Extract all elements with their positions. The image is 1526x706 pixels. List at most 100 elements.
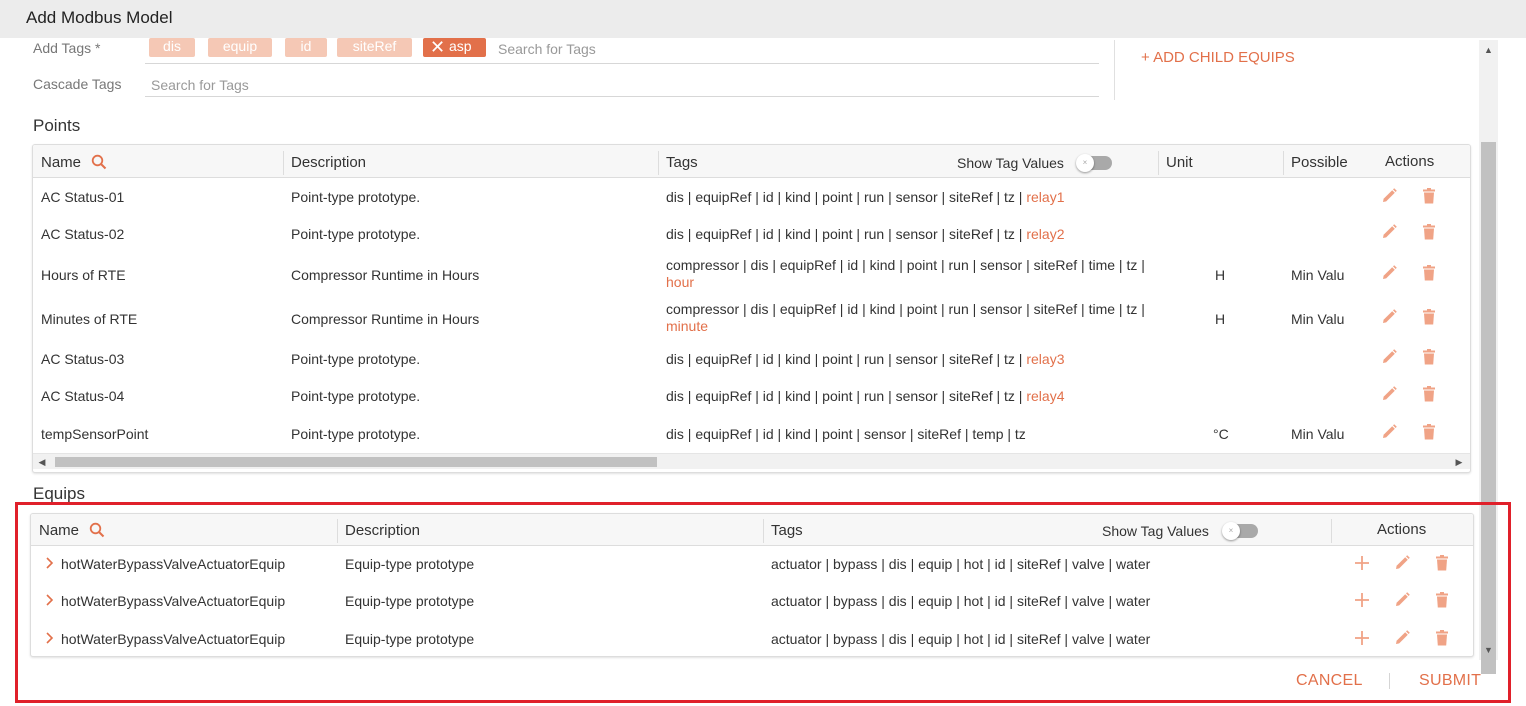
add-tags-label: Add Tags * — [33, 40, 101, 56]
pencil-icon[interactable] — [1380, 385, 1398, 403]
toggle-knob: × — [1222, 522, 1240, 540]
trash-icon[interactable] — [1420, 187, 1438, 205]
pencil-icon[interactable] — [1380, 423, 1398, 441]
search-icon[interactable] — [89, 522, 105, 538]
points-show-tag-values-label: Show Tag Values — [957, 155, 1064, 171]
plus-icon[interactable] — [1353, 554, 1371, 572]
add-tags-underline — [145, 63, 1099, 64]
equip-tags: actuator | bypass | dis | equip | hot | … — [771, 631, 1151, 647]
header-separator — [283, 151, 284, 175]
pencil-icon[interactable] — [1393, 591, 1411, 609]
scrollbar-thumb[interactable] — [1481, 142, 1496, 674]
close-icon[interactable]: ✕ — [430, 38, 445, 56]
dialog-vertical-scrollbar[interactable]: ▲ ▼ — [1479, 40, 1498, 674]
scroll-down-icon[interactable]: ▼ — [1479, 642, 1498, 658]
header-separator — [658, 151, 659, 175]
plus-icon[interactable] — [1353, 629, 1371, 647]
point-tags: dis | equipRef | id | kind | point | run… — [666, 189, 1151, 206]
footer-divider — [1389, 673, 1390, 689]
cascade-tags-search-input[interactable]: Search for Tags — [151, 77, 249, 93]
points-header-actions: Actions — [1385, 153, 1435, 170]
header-separator — [337, 519, 338, 543]
equips-header-name[interactable]: Name — [39, 522, 79, 539]
points-show-tag-values-toggle[interactable]: × — [1076, 154, 1112, 172]
scroll-left-icon[interactable]: ◀ — [35, 454, 49, 470]
point-tags: dis | equipRef | id | kind | point | sen… — [666, 426, 1151, 443]
pencil-icon[interactable] — [1393, 629, 1411, 647]
add-child-equips-button[interactable]: + ADD CHILD EQUIPS — [1141, 49, 1295, 66]
equips-table-header: Name Description Tags Show Tag Values × … — [31, 514, 1473, 546]
pencil-icon[interactable] — [1393, 554, 1411, 572]
points-section-title: Points — [33, 116, 81, 135]
point-name: Minutes of RTE — [41, 311, 138, 327]
equip-name: hotWaterBypassValveActuatorEquip — [61, 593, 286, 609]
trash-icon[interactable] — [1433, 591, 1451, 609]
pencil-icon[interactable] — [1380, 187, 1398, 205]
point-tag-value: relay4 — [1026, 388, 1065, 404]
chevron-right-icon[interactable] — [45, 557, 55, 569]
tag-chip-id[interactable]: id — [285, 38, 327, 57]
trash-icon[interactable] — [1433, 629, 1451, 647]
pencil-icon[interactable] — [1380, 348, 1398, 366]
trash-icon[interactable] — [1420, 223, 1438, 241]
header-separator — [1331, 519, 1332, 543]
tag-chip-dis[interactable]: dis — [149, 38, 195, 57]
equip-name: hotWaterBypassValveActuatorEquip — [61, 631, 286, 647]
scrollbar-thumb[interactable] — [55, 457, 657, 467]
header-separator — [763, 519, 764, 543]
scroll-right-icon[interactable]: ▶ — [1452, 454, 1466, 470]
trash-icon[interactable] — [1420, 264, 1438, 282]
equips-show-tag-values-toggle[interactable]: × — [1222, 522, 1258, 540]
points-header-name[interactable]: Name — [41, 154, 81, 171]
point-name: AC Status-03 — [41, 351, 125, 367]
trash-icon[interactable] — [1420, 348, 1438, 366]
point-tags-text: compressor | dis | equipRef | id | kind … — [666, 301, 1145, 317]
equip-tags: actuator | bypass | dis | equip | hot | … — [771, 556, 1151, 572]
point-name: AC Status-02 — [41, 226, 125, 242]
tag-chip-asp-label: asp — [449, 38, 472, 54]
point-unit: H — [1215, 311, 1226, 327]
cancel-button[interactable]: CANCEL — [1296, 672, 1363, 690]
tag-chip-siteref[interactable]: siteRef — [337, 38, 412, 57]
point-unit: °C — [1213, 426, 1229, 442]
equips-table: Name Description Tags Show Tag Values × … — [30, 513, 1474, 657]
point-name: Hours of RTE — [41, 267, 126, 283]
points-horizontal-scrollbar[interactable]: ◀ ▶ — [33, 453, 1470, 469]
point-tags: dis | equipRef | id | kind | point | run… — [666, 351, 1151, 368]
plus-icon[interactable] — [1353, 591, 1371, 609]
scroll-up-icon[interactable]: ▲ — [1479, 42, 1498, 58]
equips-header-tags: Tags — [771, 522, 803, 539]
submit-button[interactable]: SUBMIT — [1419, 672, 1481, 690]
chevron-right-icon[interactable] — [45, 594, 55, 606]
point-description: Compressor Runtime in Hours — [291, 311, 480, 327]
pencil-icon[interactable] — [1380, 308, 1398, 326]
chevron-right-icon[interactable] — [45, 632, 55, 644]
pencil-icon[interactable] — [1380, 264, 1398, 282]
point-tags-text: dis | equipRef | id | kind | point | run… — [666, 189, 1023, 205]
point-tags: dis | equipRef | id | kind | point | run… — [666, 388, 1151, 405]
point-description: Point-type prototype. — [291, 226, 421, 242]
points-header-description: Description — [291, 154, 367, 171]
add-tags-search-input[interactable]: Search for Tags — [498, 41, 596, 57]
point-possible: Min Valu — [1291, 426, 1345, 442]
point-tag-value: minute — [666, 318, 709, 334]
points-header-tags: Tags — [666, 154, 698, 171]
trash-icon[interactable] — [1420, 308, 1438, 326]
tag-chip-equip[interactable]: equip — [208, 38, 272, 57]
trash-icon[interactable] — [1420, 385, 1438, 403]
equip-tags: actuator | bypass | dis | equip | hot | … — [771, 593, 1151, 609]
search-icon[interactable] — [91, 154, 107, 170]
pencil-icon[interactable] — [1380, 223, 1398, 241]
dialog-titlebar: Add Modbus Model — [0, 0, 1526, 38]
trash-icon[interactable] — [1420, 423, 1438, 441]
point-tags: compressor | dis | equipRef | id | kind … — [666, 257, 1151, 291]
point-description: Point-type prototype. — [291, 426, 421, 442]
point-tags-text: compressor | dis | equipRef | id | kind … — [666, 257, 1145, 273]
toggle-knob: × — [1076, 154, 1094, 172]
cascade-tags-underline — [145, 96, 1099, 97]
point-tags: compressor | dis | equipRef | id | kind … — [666, 301, 1151, 335]
point-description: Point-type prototype. — [291, 388, 421, 404]
trash-icon[interactable] — [1433, 554, 1451, 572]
equips-header-description: Description — [345, 522, 421, 539]
tag-chip-asp[interactable]: ✕ asp — [423, 38, 486, 57]
